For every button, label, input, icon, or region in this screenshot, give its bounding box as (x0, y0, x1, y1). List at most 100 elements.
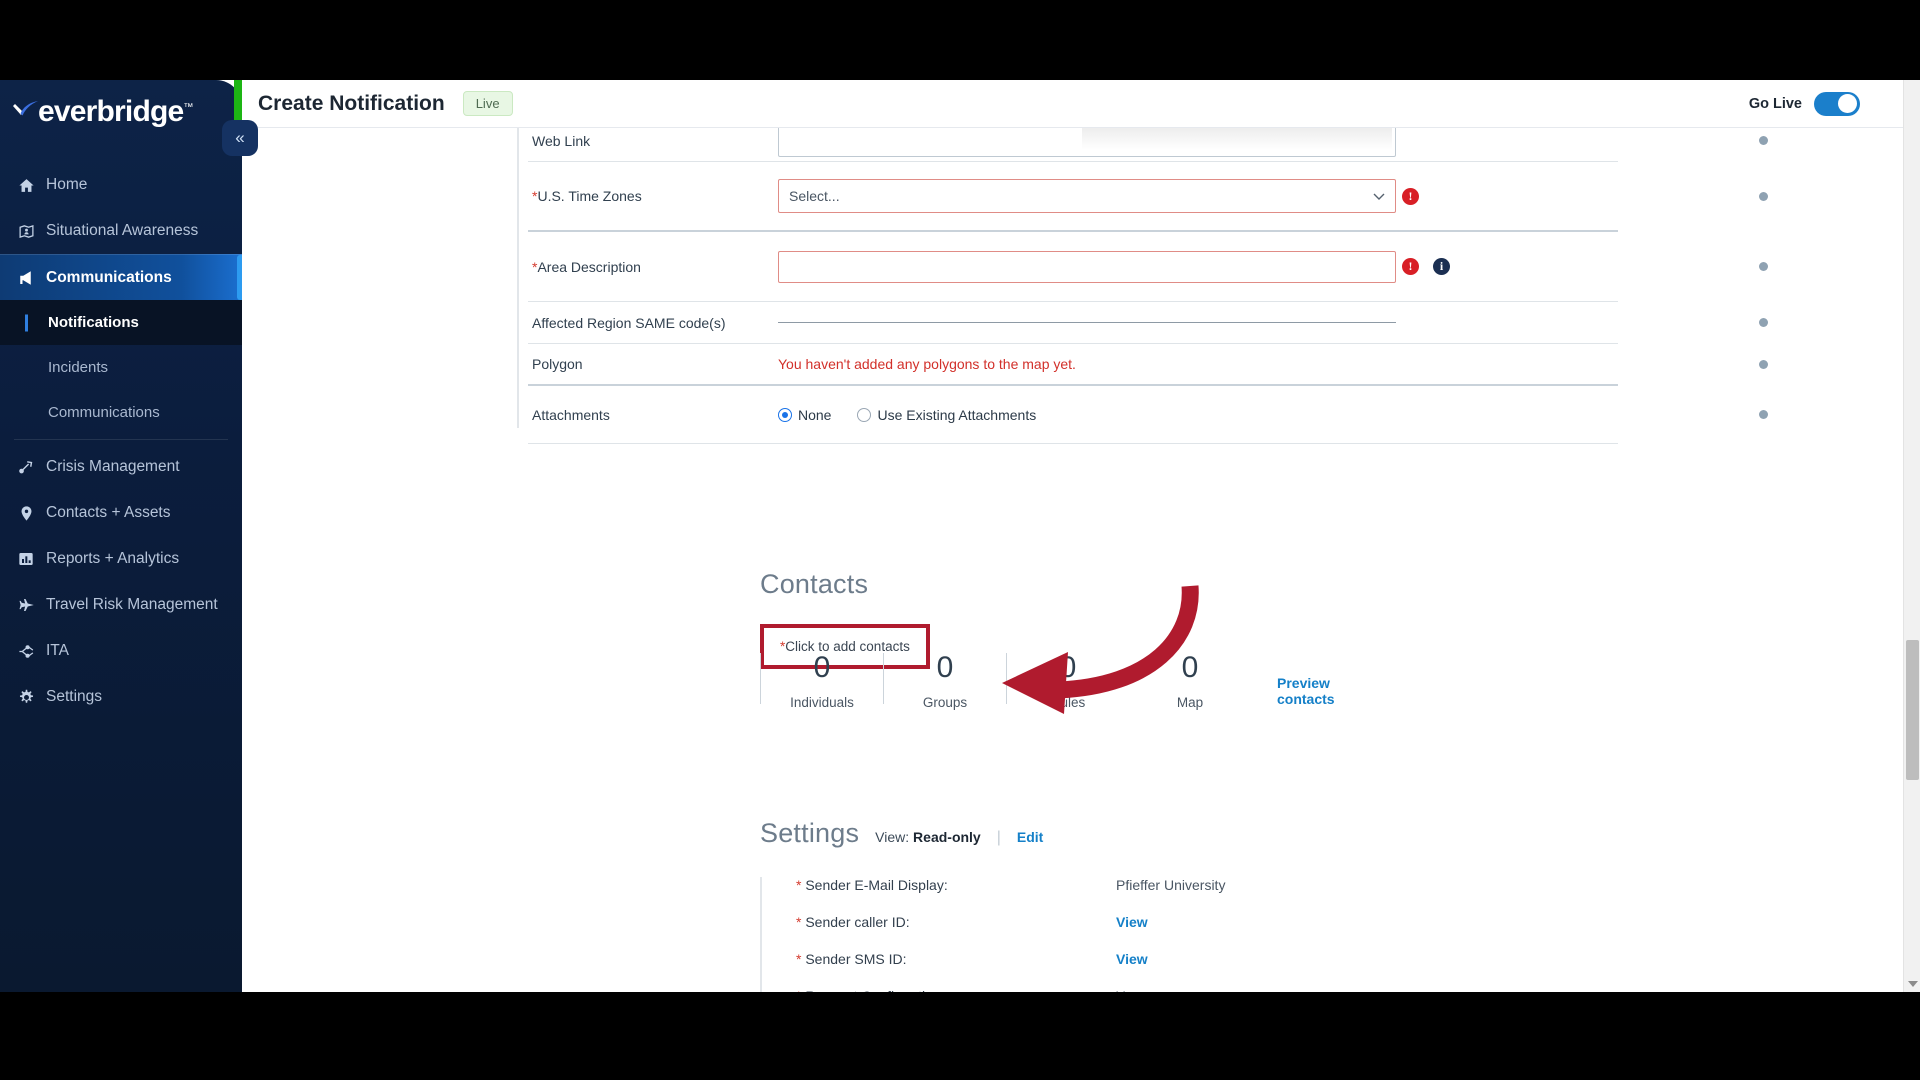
everbridge-logo[interactable]: everbridge™ (0, 80, 242, 144)
counter-map[interactable]: 0 Map (1129, 647, 1251, 711)
row-status-dot (1759, 410, 1768, 419)
preview-contacts-link[interactable]: Preview contacts (1277, 675, 1335, 707)
settings-key: * Sender SMS ID: (796, 951, 1116, 967)
form-control: None Use Existing Attachments (778, 407, 1768, 423)
counter-rules[interactable]: 0 Rules (1007, 647, 1129, 711)
application-window: everbridge™ Home Situational Awareness C… (0, 80, 1920, 992)
settings-value: View (1116, 951, 1148, 967)
form-label: *Area Description (528, 259, 778, 275)
page-title: Create Notification (258, 91, 445, 115)
sidebar-item-settings[interactable]: Settings (0, 674, 242, 720)
form-label: Affected Region SAME code(s) (532, 314, 726, 331)
sidebar-item-crisis-management[interactable]: Crisis Management (0, 444, 242, 490)
settings-row-sender-caller-id: * Sender caller ID: View (796, 914, 1660, 930)
attachments-radio-group: None Use Existing Attachments (778, 407, 1036, 423)
sidebar-item-label: Settings (46, 688, 103, 705)
active-indicator-bar (25, 314, 28, 331)
form-label: Attachments (532, 406, 610, 423)
sidebar-item-ita[interactable]: ITA (0, 628, 242, 674)
scrollbar-thumb[interactable] (1906, 640, 1919, 780)
web-link-input[interactable] (778, 128, 1396, 157)
form-label: Polygon (532, 356, 583, 372)
view-caller-id-link[interactable]: View (1116, 914, 1148, 930)
counter-caption: Map (1176, 695, 1204, 710)
form-row-attachments: Attachments None Use Existing Attachment… (528, 386, 1768, 444)
section-rail (517, 128, 519, 428)
go-live-toggle[interactable] (1814, 91, 1860, 116)
edit-settings-link[interactable]: Edit (1017, 829, 1043, 845)
contacts-counters: 0 Individuals 0 Groups 0 Rules 0 Map (760, 647, 1251, 710)
settings-value: Yes (1116, 988, 1139, 992)
row-status-dot (1759, 262, 1768, 271)
sidebar-item-label: Communications (48, 404, 160, 421)
settings-key-text: Request Confirmation: (805, 988, 944, 992)
area-description-input[interactable] (778, 250, 1396, 283)
sidebar-item-communications-sub[interactable]: Communications (0, 390, 242, 435)
row-status-dot (1759, 136, 1768, 145)
settings-value: Pfieffer University (1116, 877, 1226, 893)
sidebar-item-incidents[interactable]: Incidents (0, 345, 242, 390)
sidebar-item-communications[interactable]: Communications (0, 254, 242, 300)
radio-option-none[interactable]: None (778, 407, 831, 423)
form-control: Select... ! (778, 179, 1768, 213)
settings-key-text: Sender caller ID: (805, 914, 910, 930)
sidebar-item-reports-analytics[interactable]: Reports + Analytics (0, 536, 242, 582)
chevron-down-icon (1373, 189, 1385, 204)
same-codes-input[interactable] (778, 322, 1396, 323)
form-label-text: U.S. Time Zones (537, 188, 642, 204)
radio-option-use-existing[interactable]: Use Existing Attachments (857, 407, 1036, 423)
sidebar-item-situational-awareness[interactable]: Situational Awareness (0, 208, 242, 254)
form-row-web-link: Web Link (528, 128, 1768, 162)
sidebar-item-label: Situational Awareness (46, 222, 199, 239)
settings-row-sender-email-display: * Sender E-Mail Display: Pfieffer Univer… (796, 877, 1660, 893)
settings-header: Settings View: Read-only | Edit (760, 818, 1660, 849)
radio-indicator (778, 407, 792, 422)
sidebar-item-label: Contacts + Assets (46, 504, 171, 521)
sidebar-item-label: Notifications (48, 314, 139, 331)
contacts-section: Contacts *Click to add contacts 0 Indivi… (760, 569, 1335, 710)
error-icon: ! (1402, 258, 1419, 275)
view-mode-value: Read-only (913, 829, 981, 845)
top-bar: Create Notification Live Go Live (234, 80, 1920, 128)
radio-indicator (857, 407, 872, 422)
sidebar-item-label: Home (46, 176, 88, 193)
sidebar-item-notifications[interactable]: Notifications (0, 300, 242, 345)
required-mark: * (796, 877, 802, 893)
view-sms-id-link[interactable]: View (1116, 951, 1148, 967)
sidebar-divider (14, 439, 228, 440)
form-control (778, 128, 1768, 157)
settings-row-sender-sms-id: * Sender SMS ID: View (796, 951, 1660, 967)
logo-wordmark-text: everbridge (38, 95, 184, 128)
counter-value: 0 (936, 651, 954, 684)
info-icon[interactable]: i (1433, 258, 1450, 275)
required-mark: * (796, 988, 801, 992)
notification-form: Web Link *U.S. Time Zones Select... ! *A… (528, 128, 1768, 444)
main-content: Web Link * U.S. Time Zones Select... ! *A… (242, 128, 1920, 992)
gear-icon (18, 689, 44, 706)
settings-key: * Sender E-Mail Display: (796, 877, 1116, 893)
sidebar-item-label: Communications (46, 268, 172, 286)
settings-body: * Sender E-Mail Display: Pfieffer Univer… (760, 877, 1660, 992)
sidebar-item-label: Travel Risk Management (46, 596, 218, 613)
scroll-down-arrow-icon[interactable] (1908, 981, 1918, 987)
megaphone-icon (18, 269, 44, 287)
logo-trademark: ™ (183, 102, 193, 113)
vertical-scrollbar[interactable] (1903, 80, 1920, 992)
form-control: You haven't added any polygons to the ma… (778, 356, 1768, 372)
sidebar-collapse-button[interactable]: « (222, 120, 258, 156)
plane-icon (18, 596, 44, 614)
row-status-dot (1759, 359, 1768, 369)
counter-individuals[interactable]: 0 Individuals (761, 647, 883, 711)
sidebar-item-home[interactable]: Home (0, 162, 242, 208)
settings-section: Settings View: Read-only | Edit * Sender… (760, 818, 1660, 992)
sidebar-item-travel-risk-management[interactable]: Travel Risk Management (0, 582, 242, 628)
counter-groups[interactable]: 0 Groups (884, 647, 1006, 711)
us-time-zones-select[interactable]: Select... (778, 179, 1396, 213)
settings-key-text: Sender E-Mail Display: (805, 877, 948, 893)
form-control (778, 318, 1768, 327)
pin-icon (18, 505, 44, 522)
sidebar-item-label: ITA (46, 642, 69, 659)
radio-label: None (798, 406, 832, 423)
sidebar-item-contacts-assets[interactable]: Contacts + Assets (0, 490, 242, 536)
everbridge-checkmark-icon (10, 99, 44, 125)
